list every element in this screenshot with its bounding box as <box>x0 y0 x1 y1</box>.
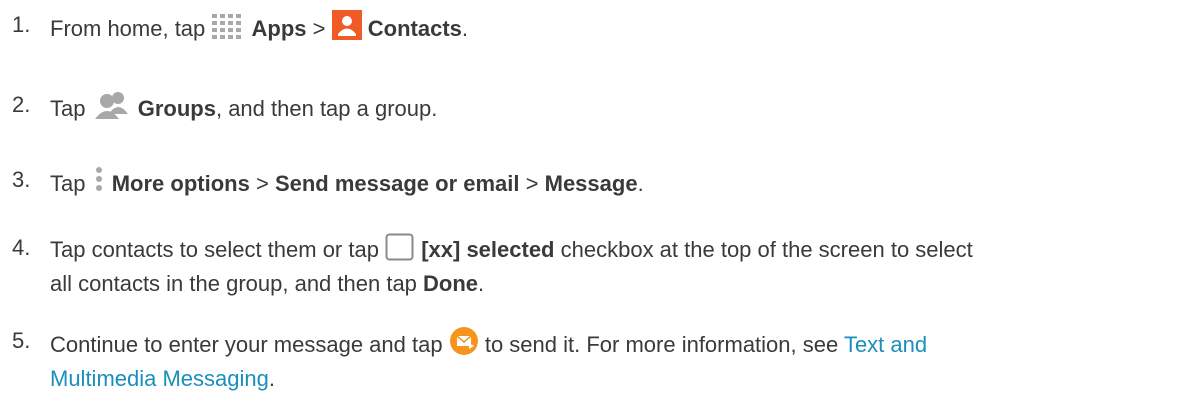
text-multimedia-link-line2[interactable]: Multimedia Messaging <box>50 366 269 391</box>
contacts-label: Contacts <box>367 16 462 41</box>
groups-icon <box>92 90 132 128</box>
step-number: 4. <box>12 235 31 260</box>
step-number: 2. <box>12 92 31 117</box>
groups-label: Groups <box>137 96 216 121</box>
send-message-icon <box>449 326 479 364</box>
step-text: Tap More options > Send message or email… <box>50 165 1130 203</box>
apps-grid-icon <box>211 12 245 48</box>
step-text: Tap contacts to select them or tap [xx] … <box>50 233 1130 299</box>
send-message-label: Send message or email <box>274 171 520 196</box>
instruction-list: 1. From home, tap Apps > Contacts. 2. Ta… <box>0 0 1187 411</box>
apps-label: Apps <box>251 16 307 41</box>
more-options-label: More options <box>111 171 250 196</box>
selected-label: [xx] selected <box>421 237 555 262</box>
step-text: Tap Groups, and then tap a group. <box>50 90 1130 128</box>
step-text: Continue to enter your message and tap t… <box>50 326 1130 394</box>
more-options-icon <box>92 165 106 203</box>
done-label: Done <box>423 271 479 296</box>
checkbox-icon <box>385 233 415 269</box>
contacts-icon <box>331 10 362 48</box>
step-text: From home, tap Apps > Contacts. <box>50 10 1130 48</box>
step-number: 5. <box>12 328 31 353</box>
message-label: Message <box>544 171 638 196</box>
text-multimedia-link-line1[interactable]: Text and <box>844 332 927 357</box>
step-number: 1. <box>12 12 31 37</box>
step-number: 3. <box>12 167 31 192</box>
